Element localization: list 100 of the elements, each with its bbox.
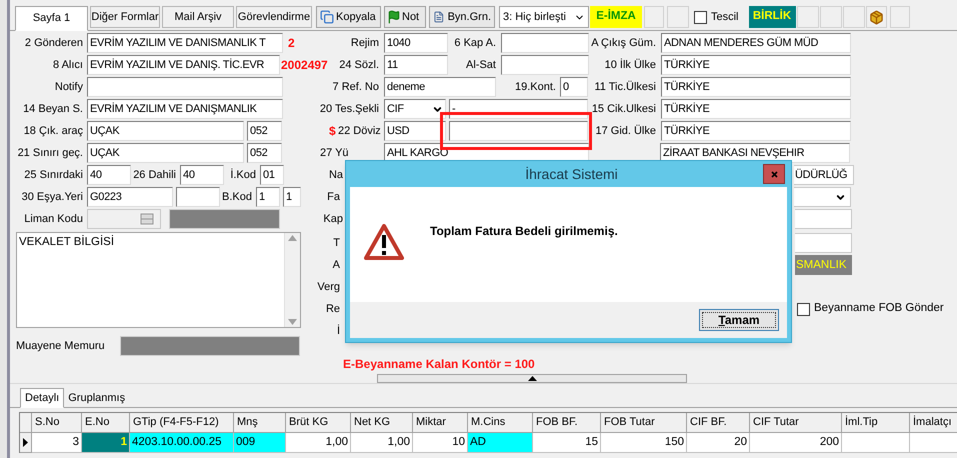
column-header[interactable]: CIF BF.	[687, 413, 750, 433]
table-cell: 1,00	[351, 433, 413, 453]
merge-dropdown[interactable]: 3: Hiç birleşti	[499, 6, 589, 28]
column-header[interactable]: CIF Tutar	[750, 413, 842, 433]
note-button[interactable]: Not	[384, 6, 426, 28]
text-field[interactable]: EVRİM YAZILIM VE DANISMANLIK T	[87, 33, 283, 53]
text-field[interactable]	[501, 33, 589, 53]
text-field[interactable]: UÇAK	[87, 121, 244, 141]
field-label: 30 Eşya.Yeri	[20, 190, 84, 205]
text-field[interactable]: 0	[560, 77, 588, 97]
tab[interactable]: Diğer Formlar	[90, 6, 160, 28]
splitter-handle[interactable]	[377, 374, 687, 383]
checkbox[interactable]	[694, 10, 707, 24]
table-cell: 200	[750, 433, 842, 453]
copy-icon	[320, 10, 334, 24]
checkbox-label: Beyanname FOB Gönder	[814, 301, 944, 316]
field-label: A Çıkış Güm.	[590, 36, 657, 51]
scrollbar[interactable]	[284, 233, 300, 327]
union-button[interactable]: BİRLİK	[748, 6, 796, 28]
table-cell: AD	[468, 433, 533, 453]
column-header[interactable]: S.No	[32, 413, 82, 433]
text-field[interactable]	[501, 55, 589, 75]
blank-button[interactable]	[667, 6, 689, 28]
table-cell: 1,00	[286, 433, 351, 453]
text-field[interactable]: ADNAN MENDERES GÜM MÜD	[661, 33, 851, 53]
text-field[interactable]: ZİRAAT BANKASI NEVŞEHIR	[660, 143, 850, 163]
field-label: 17 Gid. Ülke	[594, 124, 657, 139]
scroll-down-icon	[288, 319, 297, 325]
text-field[interactable]	[176, 187, 220, 207]
ok-button[interactable]: Tamam	[699, 309, 779, 331]
text-field[interactable]: ÜDÜRLÜĞ	[794, 165, 854, 185]
tab[interactable]: Sayfa 1	[15, 6, 88, 31]
blank-button[interactable]	[796, 6, 819, 28]
field-label: 20 Tes.Şekli	[318, 102, 380, 117]
field-label: 11 Tic.Ülkesi	[593, 80, 657, 95]
checkbox[interactable]	[797, 302, 810, 316]
tab[interactable]: Mail Arşiv	[162, 6, 234, 28]
field-label: T	[332, 236, 341, 251]
field-label: Na	[328, 168, 344, 183]
text-field[interactable]: 1	[283, 187, 301, 207]
column-header[interactable]: Brüt KG	[286, 413, 351, 433]
text-field[interactable]: EVRİM YAZILIM VE DANIŞ. TİC.EVR	[87, 55, 280, 75]
field-label: Kap	[322, 212, 344, 227]
tab[interactable]: Görevlendirme	[236, 6, 312, 28]
text-field[interactable]: TÜRKİYE	[661, 99, 851, 119]
text-field[interactable]	[795, 209, 852, 229]
text-field[interactable]: 40	[87, 165, 131, 185]
text-field[interactable]	[449, 121, 588, 141]
field-label: Liman Kodu	[23, 212, 84, 227]
column-header[interactable]: FOB Tutar	[601, 413, 687, 433]
text-field[interactable]	[795, 233, 852, 253]
text-field[interactable]: TÜRKİYE	[661, 121, 851, 141]
dropdown[interactable]	[794, 187, 851, 207]
table-cell: 3	[32, 433, 82, 453]
tab[interactable]: Detaylı	[20, 388, 64, 408]
text-field[interactable]: UÇAK	[87, 143, 244, 163]
text-field[interactable]: 01	[260, 165, 284, 185]
blank-button[interactable]	[644, 6, 664, 28]
text-field[interactable]: 1040	[384, 33, 448, 53]
text-field[interactable]: 052	[247, 121, 282, 141]
column-header[interactable]: İml.Tip	[842, 413, 910, 433]
column-header[interactable]: E.No	[82, 413, 130, 433]
tab[interactable]: Gruplanmış	[64, 389, 130, 407]
column-header[interactable]: Net KG	[351, 413, 413, 433]
text-field[interactable]: 052	[247, 143, 282, 163]
text-field[interactable]: TÜRKİYE	[661, 55, 851, 75]
text-field[interactable]: deneme	[384, 77, 496, 97]
dropdown[interactable]: CIF	[384, 99, 446, 119]
dialog-message: Toplam Fatura Bedeli girilmemiş.	[430, 222, 618, 240]
text-field[interactable]: G0223	[87, 187, 173, 207]
field-label: Notify	[54, 80, 84, 95]
text-field[interactable]: 11	[384, 55, 448, 75]
text-field[interactable]: USD	[384, 121, 446, 141]
field-label: 15 Cik.Ulkesi	[590, 102, 657, 117]
column-header[interactable]: M.Cins	[468, 413, 533, 433]
column-header[interactable]: Mnş	[234, 413, 286, 433]
blank-button[interactable]	[820, 6, 842, 28]
column-header[interactable]: FOB BF.	[533, 413, 601, 433]
field-label: 10 İlk Ülke	[604, 58, 657, 73]
field-label: 19.Kont.	[514, 80, 557, 95]
lookup-field[interactable]	[87, 209, 161, 229]
e-signature-button[interactable]: E-İMZA	[590, 6, 642, 28]
field-label: Muayene Memuru	[15, 338, 106, 354]
close-button[interactable]	[763, 164, 785, 184]
text-field[interactable]	[87, 77, 283, 97]
notes-textarea[interactable]: VEKALET BİLGİSİ	[16, 232, 301, 328]
text-field[interactable]: 1	[256, 187, 280, 207]
column-header[interactable]: İmalatçı	[910, 413, 957, 433]
column-header[interactable]: Miktar	[413, 413, 468, 433]
text-field[interactable]: EVRİM YAZILIM VE DANIŞMANLIK	[87, 99, 283, 119]
package-button[interactable]	[866, 6, 887, 28]
text-field[interactable]: 40	[180, 165, 224, 185]
close-icon	[770, 170, 778, 178]
column-header[interactable]: GTip (F4-F5-F12)	[130, 413, 234, 433]
text-field[interactable]: TÜRKİYE	[661, 77, 851, 97]
table-cell	[842, 433, 910, 453]
copy-button[interactable]: Kopyala	[316, 6, 381, 28]
field-label: Al-Sat	[465, 58, 497, 73]
declaration-button[interactable]: Byn.Grn.	[429, 6, 495, 28]
field-label: 2 Gönderen	[24, 36, 84, 51]
